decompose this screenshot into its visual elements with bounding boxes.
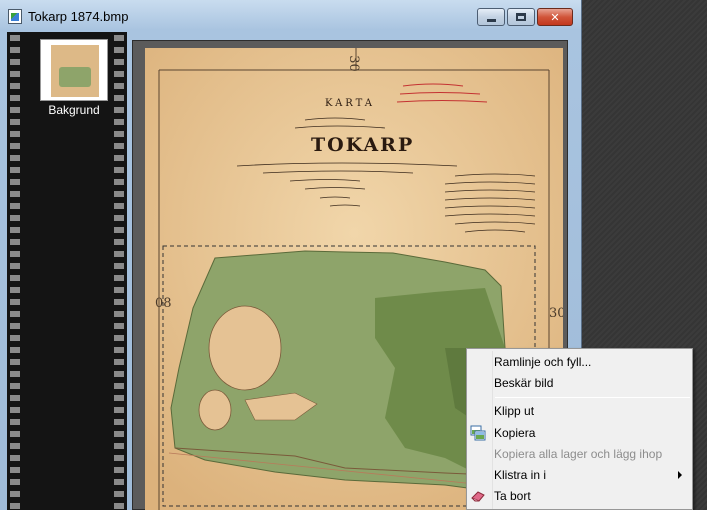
menu-item-copy-merged[interactable]: Kopiera alla lager och lägg ihop [469, 444, 690, 464]
minimize-button[interactable] [477, 8, 505, 26]
menu-item-label: Beskär bild [494, 376, 554, 390]
context-menu: Ramlinje och fyll... Beskär bild Klipp u… [466, 348, 693, 510]
layers-panel: Bakgrund [7, 32, 127, 510]
menu-item-label: Kopiera [494, 426, 536, 440]
film-strip-edge-left [10, 32, 20, 510]
layer-thumbnail[interactable] [40, 39, 108, 101]
maximize-icon [516, 13, 526, 21]
close-icon: ✕ [550, 11, 560, 24]
window-title: Tokarp 1874.bmp [28, 9, 129, 24]
menu-item-copy[interactable]: Kopiera [469, 423, 690, 443]
bitmap-file-icon [8, 9, 22, 24]
menu-item-crop-image[interactable]: Beskär bild [469, 373, 690, 393]
menu-item-label: Ta bort [494, 489, 531, 503]
minimize-icon [486, 18, 496, 22]
close-button[interactable]: ✕ [537, 8, 573, 26]
menu-item-label: Ramlinje och fyll... [494, 355, 592, 369]
margin-number-right: 30 [549, 306, 563, 321]
menu-separator [495, 397, 690, 398]
eraser-icon [471, 491, 485, 502]
title-bar[interactable]: Tokarp 1874.bmp ✕ [0, 0, 582, 32]
map-heading: KARTA [325, 98, 375, 109]
margin-number-left: 08 [155, 296, 172, 311]
map-thumbnail-image [51, 45, 99, 97]
film-strip-edge-right [114, 32, 124, 510]
menu-item-label: Klipp ut [494, 404, 535, 418]
margin-number-top: 30 [345, 55, 361, 72]
map-place-name: TOKARP [311, 134, 415, 156]
menu-item-frame-and-fill[interactable]: Ramlinje och fyll... [469, 352, 690, 372]
menu-item-delete[interactable]: Ta bort [469, 486, 690, 506]
maximize-button[interactable] [507, 8, 535, 26]
copy-icon [470, 425, 486, 441]
menu-item-paste-into[interactable]: Klistra in i [469, 465, 690, 485]
menu-item-label: Klistra in i [494, 468, 547, 482]
layer-name[interactable]: Bakgrund [34, 103, 114, 117]
submenu-arrow-icon [678, 471, 682, 479]
menu-item-cut[interactable]: Klipp ut [469, 401, 690, 421]
menu-item-label: Kopiera alla lager och lägg ihop [494, 447, 663, 461]
